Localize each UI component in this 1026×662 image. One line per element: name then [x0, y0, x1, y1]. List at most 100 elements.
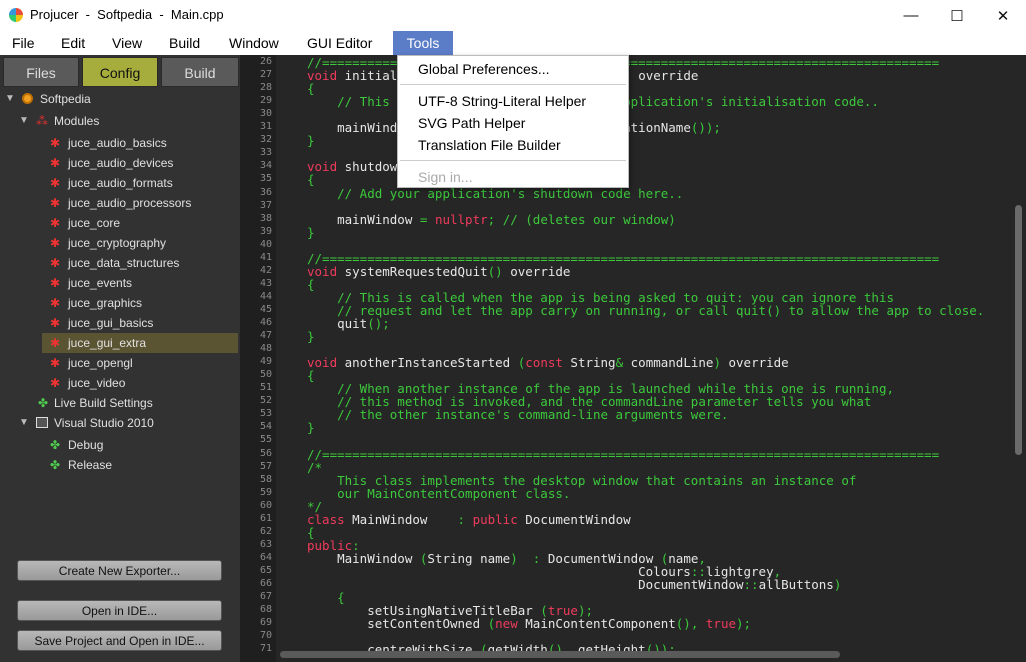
tree-item-modules[interactable]: ▼ ⁂ Modules: [0, 111, 240, 131]
tab-config[interactable]: Config: [82, 57, 158, 87]
module-label: juce_opengl: [68, 356, 133, 370]
config-label: Release: [68, 458, 113, 472]
module-icon: ✱: [50, 136, 61, 150]
code-token: DocumentWindow: [307, 577, 744, 592]
code-line[interactable]: mainWindow = nullptr; // (deletes our wi…: [307, 212, 676, 227]
module-item[interactable]: ✱ juce_audio_basics: [42, 133, 238, 153]
code-token: true: [705, 616, 736, 632]
code-token: shutdown: [344, 159, 405, 175]
code-line[interactable]: }: [307, 225, 315, 240]
line-number: 58: [259, 473, 272, 485]
code-line[interactable]: our MainContentComponent class.: [307, 486, 570, 501]
horizontal-scrollbar[interactable]: [280, 651, 840, 658]
tree-item-debug[interactable]: ✤ Debug: [0, 435, 240, 455]
code-line[interactable]: //======================================…: [307, 447, 939, 462]
menu-separator: [400, 160, 626, 161]
module-item[interactable]: ✱ juce_audio_processors: [42, 193, 238, 213]
tree-item-live-build[interactable]: ✤ Live Build Settings: [0, 393, 240, 413]
line-number: 26: [259, 56, 272, 67]
module-item[interactable]: ✱ juce_audio_formats: [42, 173, 238, 193]
visual-studio-icon: [36, 417, 48, 428]
code-token: ();: [367, 316, 390, 331]
line-number: 29: [259, 95, 272, 107]
line-number: 60: [259, 499, 272, 511]
line-number: 52: [259, 395, 272, 407]
code-line[interactable]: // request and let the app carry on runn…: [307, 303, 984, 318]
module-item[interactable]: ✱ juce_events: [42, 273, 238, 293]
menu-item-sign-in[interactable]: Sign in...: [418, 169, 472, 185]
code-line[interactable]: }: [307, 329, 315, 344]
module-icon: ✱: [50, 236, 61, 250]
code-line[interactable]: setContentOwned (new MainContentComponen…: [307, 616, 751, 631]
module-item[interactable]: ✱ juce_gui_extra: [42, 333, 238, 353]
module-icon: ✱: [50, 256, 61, 270]
collapse-triangle-icon[interactable]: ▼: [19, 111, 29, 131]
menu-item-global-preferences[interactable]: Global Preferences...: [418, 61, 550, 77]
menu-build[interactable]: Build: [163, 31, 206, 55]
code-token: systemRequestedQuit: [344, 263, 488, 279]
code-line[interactable]: quit();: [307, 316, 390, 331]
module-label: juce_gui_extra: [68, 336, 147, 350]
open-in-ide-button[interactable]: Open in IDE...: [17, 600, 222, 621]
line-number: 41: [259, 251, 272, 263]
module-item[interactable]: ✱ juce_opengl: [42, 353, 238, 373]
tab-build[interactable]: Build: [161, 57, 239, 87]
line-number: 55: [259, 434, 272, 446]
module-label: juce_data_structures: [68, 256, 180, 270]
collapse-triangle-icon[interactable]: ▼: [5, 89, 15, 109]
menu-edit[interactable]: Edit: [55, 31, 91, 55]
code-token: ::: [743, 577, 759, 592]
module-item[interactable]: ✱ juce_core: [42, 213, 238, 233]
menu-item-svg-helper[interactable]: SVG Path Helper: [418, 115, 525, 131]
module-item[interactable]: ✱ juce_cryptography: [42, 233, 238, 253]
menu-item-utf8-helper[interactable]: UTF-8 String-Literal Helper: [418, 93, 586, 109]
config-icon: ✤: [50, 458, 61, 472]
code-token: MainWindow: [352, 511, 458, 527]
code-token: ());: [690, 120, 721, 136]
line-number: 50: [259, 369, 272, 381]
minimize-button[interactable]: —: [888, 0, 934, 31]
collapse-triangle-icon[interactable]: ▼: [19, 413, 29, 433]
code-editor[interactable]: 26 //====================================…: [240, 55, 1026, 662]
window-title: Projucer - Softpedia - Main.cpp: [30, 7, 224, 22]
code-line[interactable]: DocumentWindow::allButtons): [307, 577, 841, 592]
config-label: Debug: [68, 438, 104, 452]
create-exporter-button[interactable]: Create New Exporter...: [17, 560, 222, 581]
vertical-scrollbar[interactable]: [1015, 205, 1022, 455]
code-token: // request and let the app carry on runn…: [307, 302, 985, 318]
module-item[interactable]: ✱ juce_audio_devices: [42, 153, 238, 173]
code-token: // (deletes our window): [502, 211, 676, 227]
menu-item-translation-builder[interactable]: Translation File Builder: [418, 137, 561, 153]
save-and-open-button[interactable]: Save Project and Open in IDE...: [17, 630, 222, 651]
module-item[interactable]: ✱ juce_video: [42, 373, 238, 393]
code-token: );: [736, 616, 752, 632]
tree-item-exporter[interactable]: ▼ Visual Studio 2010: [0, 413, 240, 433]
code-line[interactable]: // the other instance's command-line arg…: [307, 407, 728, 422]
code-token: MainContentComponent: [525, 616, 676, 632]
menu-view[interactable]: View: [106, 31, 148, 55]
module-item[interactable]: ✱ juce_data_structures: [42, 253, 238, 273]
code-line[interactable]: }: [307, 133, 315, 148]
menu-file[interactable]: File: [6, 31, 41, 55]
menu-tools[interactable]: Tools: [393, 31, 453, 55]
code-line[interactable]: class MainWindow : public DocumentWindow: [307, 512, 631, 527]
tab-files[interactable]: Files: [3, 57, 79, 87]
code-token: }: [307, 133, 315, 149]
menu-gui-editor[interactable]: GUI Editor: [301, 31, 378, 55]
exporter-label: Visual Studio 2010: [54, 416, 154, 430]
line-number: 57: [259, 460, 272, 472]
code-line[interactable]: void systemRequestedQuit() override: [307, 264, 570, 279]
module-icon: ✱: [50, 216, 61, 230]
code-token: our MainContentComponent class.: [307, 485, 571, 501]
close-button[interactable]: ✕: [980, 0, 1026, 31]
code-token: new: [495, 616, 526, 632]
tree-item-release[interactable]: ✤ Release: [0, 455, 240, 475]
module-item[interactable]: ✱ juce_graphics: [42, 293, 238, 313]
module-item[interactable]: ✱ juce_gui_basics: [42, 313, 238, 333]
code-line[interactable]: void anotherInstanceStarted (const Strin…: [307, 355, 789, 370]
line-number: 70: [259, 630, 272, 642]
maximize-button[interactable]: ☐: [934, 0, 980, 31]
tree-item-project[interactable]: ▼ Softpedia: [0, 89, 240, 109]
code-line[interactable]: }: [307, 420, 315, 435]
menu-window[interactable]: Window: [223, 31, 285, 55]
